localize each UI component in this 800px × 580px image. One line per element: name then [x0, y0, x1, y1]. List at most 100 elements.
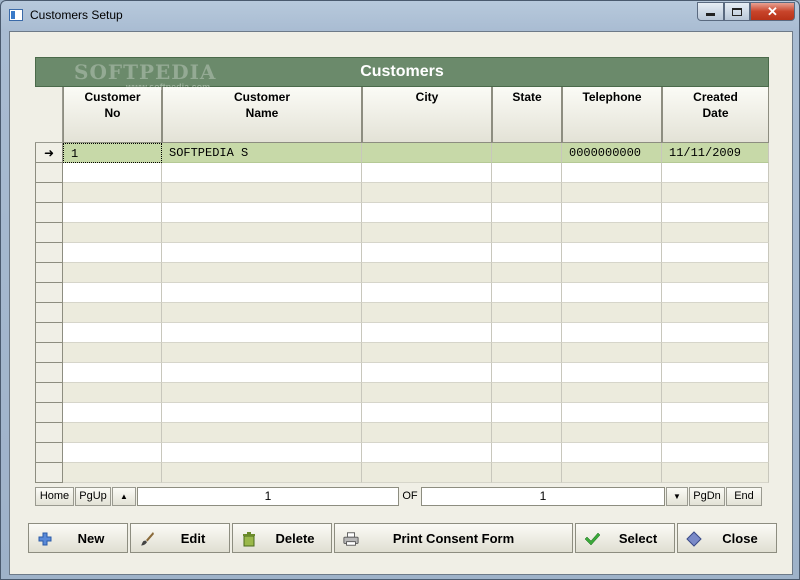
grid-cell[interactable]	[162, 163, 362, 183]
grid-cell[interactable]	[662, 303, 769, 323]
column-header-customer-name[interactable]: Customer Name	[162, 87, 362, 143]
grid-cell[interactable]	[162, 303, 362, 323]
grid-cell[interactable]	[362, 243, 492, 263]
grid-cell[interactable]	[562, 243, 662, 263]
table-row[interactable]	[35, 303, 769, 323]
table-row[interactable]	[35, 323, 769, 343]
cell-city[interactable]	[362, 143, 492, 163]
delete-button[interactable]: Delete	[232, 523, 332, 553]
grid-cell[interactable]	[662, 223, 769, 243]
grid-cell[interactable]	[492, 423, 562, 443]
grid-cell[interactable]	[492, 183, 562, 203]
grid-cell[interactable]	[63, 443, 162, 463]
edit-button[interactable]: Edit	[130, 523, 230, 553]
grid-cell[interactable]	[362, 223, 492, 243]
grid-cell[interactable]	[362, 383, 492, 403]
grid-cell[interactable]	[362, 443, 492, 463]
column-header-created-date[interactable]: Created Date	[662, 87, 769, 143]
table-row[interactable]	[35, 223, 769, 243]
column-header-city[interactable]: City	[362, 87, 492, 143]
grid-cell[interactable]	[562, 463, 662, 483]
grid-cell[interactable]	[63, 223, 162, 243]
row-selector[interactable]: ➜	[35, 143, 63, 163]
table-row[interactable]	[35, 183, 769, 203]
grid-cell[interactable]	[162, 383, 362, 403]
down-arrow-icon[interactable]: ▼	[666, 486, 688, 506]
grid-cell[interactable]	[162, 243, 362, 263]
grid-cell[interactable]	[162, 423, 362, 443]
select-button[interactable]: Select	[575, 523, 675, 553]
page-down-button[interactable]: PgDn	[689, 486, 725, 506]
grid-cell[interactable]	[492, 443, 562, 463]
grid-cell[interactable]	[362, 183, 492, 203]
grid-cell[interactable]	[162, 343, 362, 363]
grid-cell[interactable]	[362, 363, 492, 383]
grid-cell[interactable]	[492, 263, 562, 283]
table-row[interactable]	[35, 363, 769, 383]
grid-cell[interactable]	[662, 343, 769, 363]
grid-cell[interactable]	[63, 303, 162, 323]
grid-cell[interactable]	[63, 403, 162, 423]
grid-cell[interactable]	[662, 383, 769, 403]
grid-cell[interactable]	[492, 283, 562, 303]
current-record-field[interactable]: 1	[137, 486, 399, 506]
grid-cell[interactable]	[63, 323, 162, 343]
row-selector[interactable]	[35, 463, 63, 483]
column-header-customer-no[interactable]: Customer No	[63, 87, 162, 143]
grid-cell[interactable]	[562, 183, 662, 203]
grid-cell[interactable]	[362, 203, 492, 223]
column-header-state[interactable]: State	[492, 87, 562, 143]
grid-cell[interactable]	[63, 463, 162, 483]
grid-cell[interactable]	[562, 323, 662, 343]
grid-cell[interactable]	[162, 183, 362, 203]
title-bar[interactable]: Customers Setup ✕	[1, 1, 799, 29]
grid-cell[interactable]	[492, 163, 562, 183]
column-header-telephone[interactable]: Telephone	[562, 87, 662, 143]
grid-cell[interactable]	[562, 283, 662, 303]
grid-cell[interactable]	[162, 443, 362, 463]
table-row[interactable]	[35, 423, 769, 443]
grid-cell[interactable]	[562, 223, 662, 243]
grid-cell[interactable]	[362, 323, 492, 343]
grid-cell[interactable]	[492, 323, 562, 343]
grid-cell[interactable]	[162, 403, 362, 423]
grid-cell[interactable]	[362, 463, 492, 483]
grid-cell[interactable]	[63, 383, 162, 403]
maximize-button[interactable]	[724, 2, 750, 21]
grid-cell[interactable]	[162, 283, 362, 303]
grid-cell[interactable]	[562, 423, 662, 443]
row-selector[interactable]	[35, 443, 63, 463]
row-selector[interactable]	[35, 423, 63, 443]
cell-state[interactable]	[492, 143, 562, 163]
row-selector[interactable]	[35, 163, 63, 183]
row-selector[interactable]	[35, 243, 63, 263]
close-window-button[interactable]: ✕	[750, 2, 795, 21]
row-selector[interactable]	[35, 263, 63, 283]
cell-telephone[interactable]: 0000000000	[562, 143, 662, 163]
grid-cell[interactable]	[63, 283, 162, 303]
row-selector[interactable]	[35, 183, 63, 203]
grid-cell[interactable]	[662, 323, 769, 343]
grid-cell[interactable]	[492, 223, 562, 243]
grid-cell[interactable]	[662, 283, 769, 303]
end-button[interactable]: End	[726, 486, 762, 506]
grid-cell[interactable]	[492, 243, 562, 263]
grid-cell[interactable]	[662, 163, 769, 183]
grid-cell[interactable]	[492, 403, 562, 423]
grid-cell[interactable]	[562, 403, 662, 423]
grid-cell[interactable]	[662, 203, 769, 223]
close-button[interactable]: Close	[677, 523, 777, 553]
table-row[interactable]	[35, 403, 769, 423]
grid-cell[interactable]	[562, 263, 662, 283]
grid-cell[interactable]	[63, 163, 162, 183]
table-row[interactable]	[35, 243, 769, 263]
grid-cell[interactable]	[562, 303, 662, 323]
home-button[interactable]: Home	[35, 486, 74, 506]
grid-cell[interactable]	[362, 263, 492, 283]
grid-cell[interactable]	[562, 363, 662, 383]
row-selector[interactable]	[35, 323, 63, 343]
cell-customer-no[interactable]: 1	[63, 143, 162, 163]
grid-cell[interactable]	[492, 383, 562, 403]
grid-cell[interactable]	[63, 343, 162, 363]
minimize-button[interactable]	[697, 2, 724, 21]
